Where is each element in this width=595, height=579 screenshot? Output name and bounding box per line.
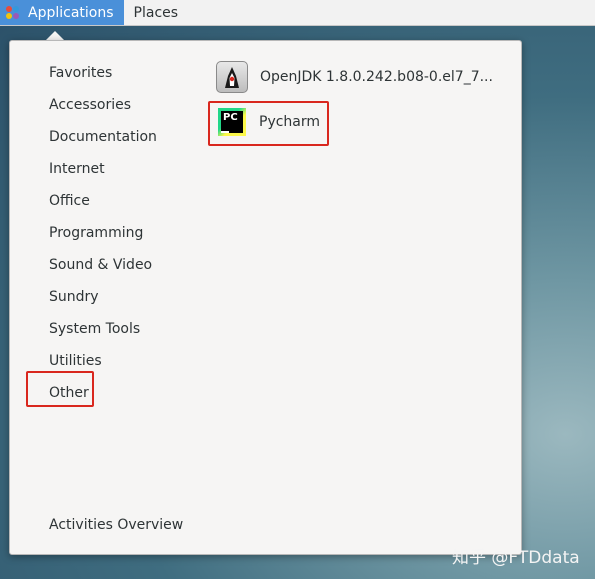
top-bar: Applications Places [0, 0, 595, 26]
applications-label: Applications [28, 4, 114, 21]
category-system-tools[interactable]: System Tools [49, 320, 140, 338]
places-label: Places [133, 4, 179, 21]
app-openjdk[interactable]: OpenJDK 1.8.0.242.b08-0.el7_7... [216, 61, 493, 93]
category-internet[interactable]: Internet [49, 160, 105, 178]
applications-menu-button[interactable]: Applications [0, 0, 124, 25]
watermark-text: 知乎 @FTDdata [452, 548, 580, 568]
category-sundry[interactable]: Sundry [49, 288, 99, 306]
other-highlight-box [26, 371, 94, 407]
places-menu-button[interactable]: Places [124, 0, 189, 25]
category-office[interactable]: Office [49, 192, 90, 210]
category-favorites[interactable]: Favorites [49, 64, 112, 82]
category-documentation[interactable]: Documentation [49, 128, 157, 146]
applications-icon [6, 5, 20, 20]
pycharm-highlight-box [208, 101, 329, 146]
java-icon [216, 61, 248, 93]
applications-menu-popup: Favorites Accessories Documentation Inte… [9, 40, 522, 555]
category-programming[interactable]: Programming [49, 224, 143, 242]
activities-overview-button[interactable]: Activities Overview [49, 516, 183, 534]
category-sound-video[interactable]: Sound & Video [49, 256, 152, 274]
category-utilities[interactable]: Utilities [49, 352, 102, 370]
app-openjdk-label: OpenJDK 1.8.0.242.b08-0.el7_7... [260, 69, 493, 85]
category-accessories[interactable]: Accessories [49, 96, 131, 114]
